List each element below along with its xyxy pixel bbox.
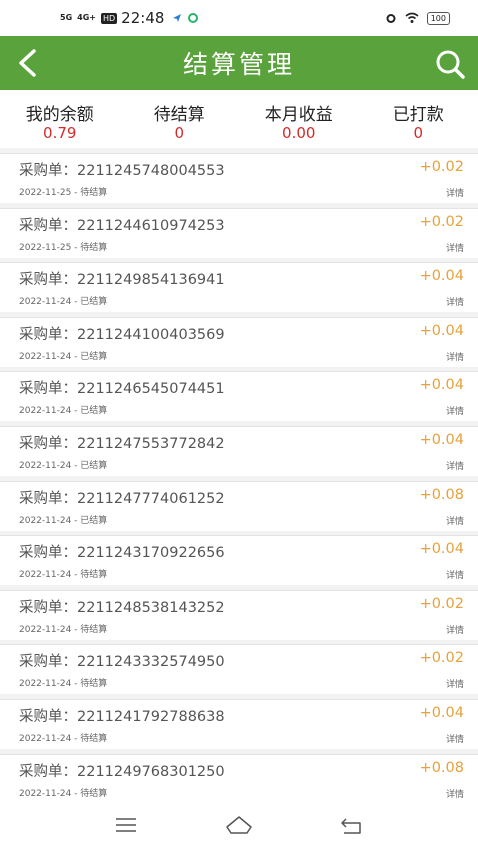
chevron-left-icon[interactable] xyxy=(14,48,44,78)
back-icon[interactable] xyxy=(338,811,366,839)
list-item[interactable]: 采购单：2211249854136941 2022-11-24 - 已结算 +0… xyxy=(0,262,478,313)
detail-link[interactable]: 详情 xyxy=(446,404,464,417)
detail-link[interactable]: 详情 xyxy=(446,241,464,254)
order-amount: +0.04 xyxy=(419,268,464,285)
order-amount: +0.08 xyxy=(419,486,464,503)
summary-label: 待结算 xyxy=(153,105,205,125)
detail-link[interactable]: 详情 xyxy=(446,787,464,800)
order-number: 采购单：2211244610974253 xyxy=(19,217,225,234)
hd-badge: HD xyxy=(100,12,118,24)
header-bar: 结算管理 xyxy=(0,36,478,90)
menu-icon[interactable] xyxy=(112,811,140,839)
summary-panel: 我的余额 0.79 待结算 0 本月收益 0.00 已打款 0 xyxy=(0,90,478,148)
list-item[interactable]: 采购单：2211244610974253 2022-11-25 - 待结算 +0… xyxy=(0,207,478,258)
summary-value: 0.79 xyxy=(43,124,77,142)
list-item[interactable]: 采购单：2211247553772842 2022-11-24 - 已结算 +0… xyxy=(0,425,478,476)
status-bar: 5G 4G+ HD 22:48 100 xyxy=(0,0,478,36)
detail-link[interactable]: 详情 xyxy=(446,459,464,472)
list-item[interactable]: 采购单：2211244100403569 2022-11-24 - 已结算 +0… xyxy=(0,316,478,367)
record-icon xyxy=(188,13,199,23)
wifi-icon xyxy=(405,12,419,23)
order-number: 采购单：2211249768301250 xyxy=(19,763,225,780)
order-amount: +0.02 xyxy=(419,159,464,175)
order-number: 采购单：2211247553772842 xyxy=(19,435,225,452)
settlement-page: 5G 4G+ HD 22:48 100 结算管理 我的余额 0.79 待结算 0… xyxy=(0,0,478,850)
order-number: 采购单：2211243332574950 xyxy=(19,654,225,671)
order-amount: +0.04 xyxy=(419,431,464,448)
order-meta: 2022-11-25 - 待结算 xyxy=(19,242,108,253)
order-meta: 2022-11-25 - 待结算 xyxy=(19,188,108,198)
order-meta: 2022-11-24 - 已结算 xyxy=(19,297,108,308)
status-right: 100 xyxy=(385,11,450,25)
summary-label: 我的余额 xyxy=(25,105,94,125)
order-number: 采购单：2211246545074451 xyxy=(19,381,225,398)
order-number: 采购单：2211241792788638 xyxy=(19,708,225,725)
order-meta: 2022-11-24 - 待结算 xyxy=(19,733,108,744)
order-amount: +0.08 xyxy=(419,759,464,776)
detail-link[interactable]: 详情 xyxy=(446,350,464,363)
order-number: 采购单：2211247774061252 xyxy=(19,490,225,507)
detail-link[interactable]: 详情 xyxy=(446,186,464,199)
order-number: 采购单：2211244100403569 xyxy=(19,326,225,343)
order-number: 采购单：2211248538143252 xyxy=(19,599,225,616)
detail-link[interactable]: 详情 xyxy=(446,568,464,581)
order-amount: +0.02 xyxy=(419,650,464,667)
order-amount: +0.02 xyxy=(419,213,464,230)
summary-value: 0 xyxy=(413,124,424,142)
home-icon[interactable] xyxy=(225,811,253,839)
page-title: 结算管理 xyxy=(182,50,295,79)
signal-5g: 5G xyxy=(60,13,73,22)
order-amount: +0.02 xyxy=(419,595,464,612)
list-item[interactable]: 采购单：2211247774061252 2022-11-24 - 已结算 +0… xyxy=(0,480,478,531)
summary-label: 本月收益 xyxy=(264,105,333,125)
send-icon xyxy=(173,14,182,22)
battery-indicator: 100 xyxy=(426,11,450,25)
order-amount: +0.04 xyxy=(419,377,464,394)
detail-link[interactable]: 详情 xyxy=(446,295,464,308)
order-meta: 2022-11-24 - 待结算 xyxy=(19,679,108,690)
summary-value: 0 xyxy=(174,124,185,142)
order-number: 采购单：2211249854136941 xyxy=(19,272,225,289)
order-number: 采购单：2211243170922656 xyxy=(19,545,225,562)
detail-link[interactable]: 详情 xyxy=(446,514,464,527)
list-item[interactable]: 采购单：2211243332574950 2022-11-24 - 待结算 +0… xyxy=(0,644,478,695)
order-amount: +0.04 xyxy=(419,322,464,339)
list-item[interactable]: 采购单：2211243170922656 2022-11-24 - 待结算 +0… xyxy=(0,535,478,586)
search-icon[interactable] xyxy=(434,48,466,80)
summary-balance[interactable]: 我的余额 0.79 xyxy=(0,90,120,148)
list-item[interactable]: 采购单：2211246545074451 2022-11-24 - 已结算 +0… xyxy=(0,371,478,422)
list-item[interactable]: 采购单：2211249768301250 2022-11-24 - 待结算 +0… xyxy=(0,753,478,804)
detail-link[interactable]: 详情 xyxy=(446,732,464,745)
system-nav-bar xyxy=(0,800,478,850)
order-amount: +0.04 xyxy=(419,541,464,558)
order-number: 采购单：2211245748004553 xyxy=(19,163,225,179)
order-meta: 2022-11-24 - 待结算 xyxy=(19,788,108,799)
summary-label: 已打款 xyxy=(392,105,444,125)
summary-paid[interactable]: 已打款 0 xyxy=(359,90,478,148)
list-item[interactable]: 采购单：2211245748004553 2022-11-25 - 待结算 +0… xyxy=(0,153,478,203)
order-amount: +0.04 xyxy=(419,704,464,721)
order-meta: 2022-11-24 - 已结算 xyxy=(19,515,108,526)
detail-link[interactable]: 详情 xyxy=(446,623,464,636)
summary-pending[interactable]: 待结算 0 xyxy=(120,90,240,148)
status-time: 22:48 xyxy=(121,9,165,27)
summary-value: 0.00 xyxy=(282,124,316,142)
order-meta: 2022-11-24 - 待结算 xyxy=(19,570,108,581)
order-meta: 2022-11-24 - 已结算 xyxy=(19,406,108,417)
order-meta: 2022-11-24 - 已结算 xyxy=(19,351,108,362)
list-item[interactable]: 采购单：2211248538143252 2022-11-24 - 待结算 +0… xyxy=(0,589,478,640)
alarm-icon xyxy=(386,14,396,23)
detail-link[interactable]: 详情 xyxy=(446,677,464,690)
summary-monthly[interactable]: 本月收益 0.00 xyxy=(239,90,359,148)
order-meta: 2022-11-24 - 已结算 xyxy=(19,460,108,471)
signal-4g: 4G+ xyxy=(77,13,96,22)
list-item[interactable]: 采购单：2211241792788638 2022-11-24 - 待结算 +0… xyxy=(0,698,478,749)
order-meta: 2022-11-24 - 待结算 xyxy=(19,624,108,635)
order-list: 采购单：2211245748004553 2022-11-25 - 待结算 +0… xyxy=(0,153,478,808)
